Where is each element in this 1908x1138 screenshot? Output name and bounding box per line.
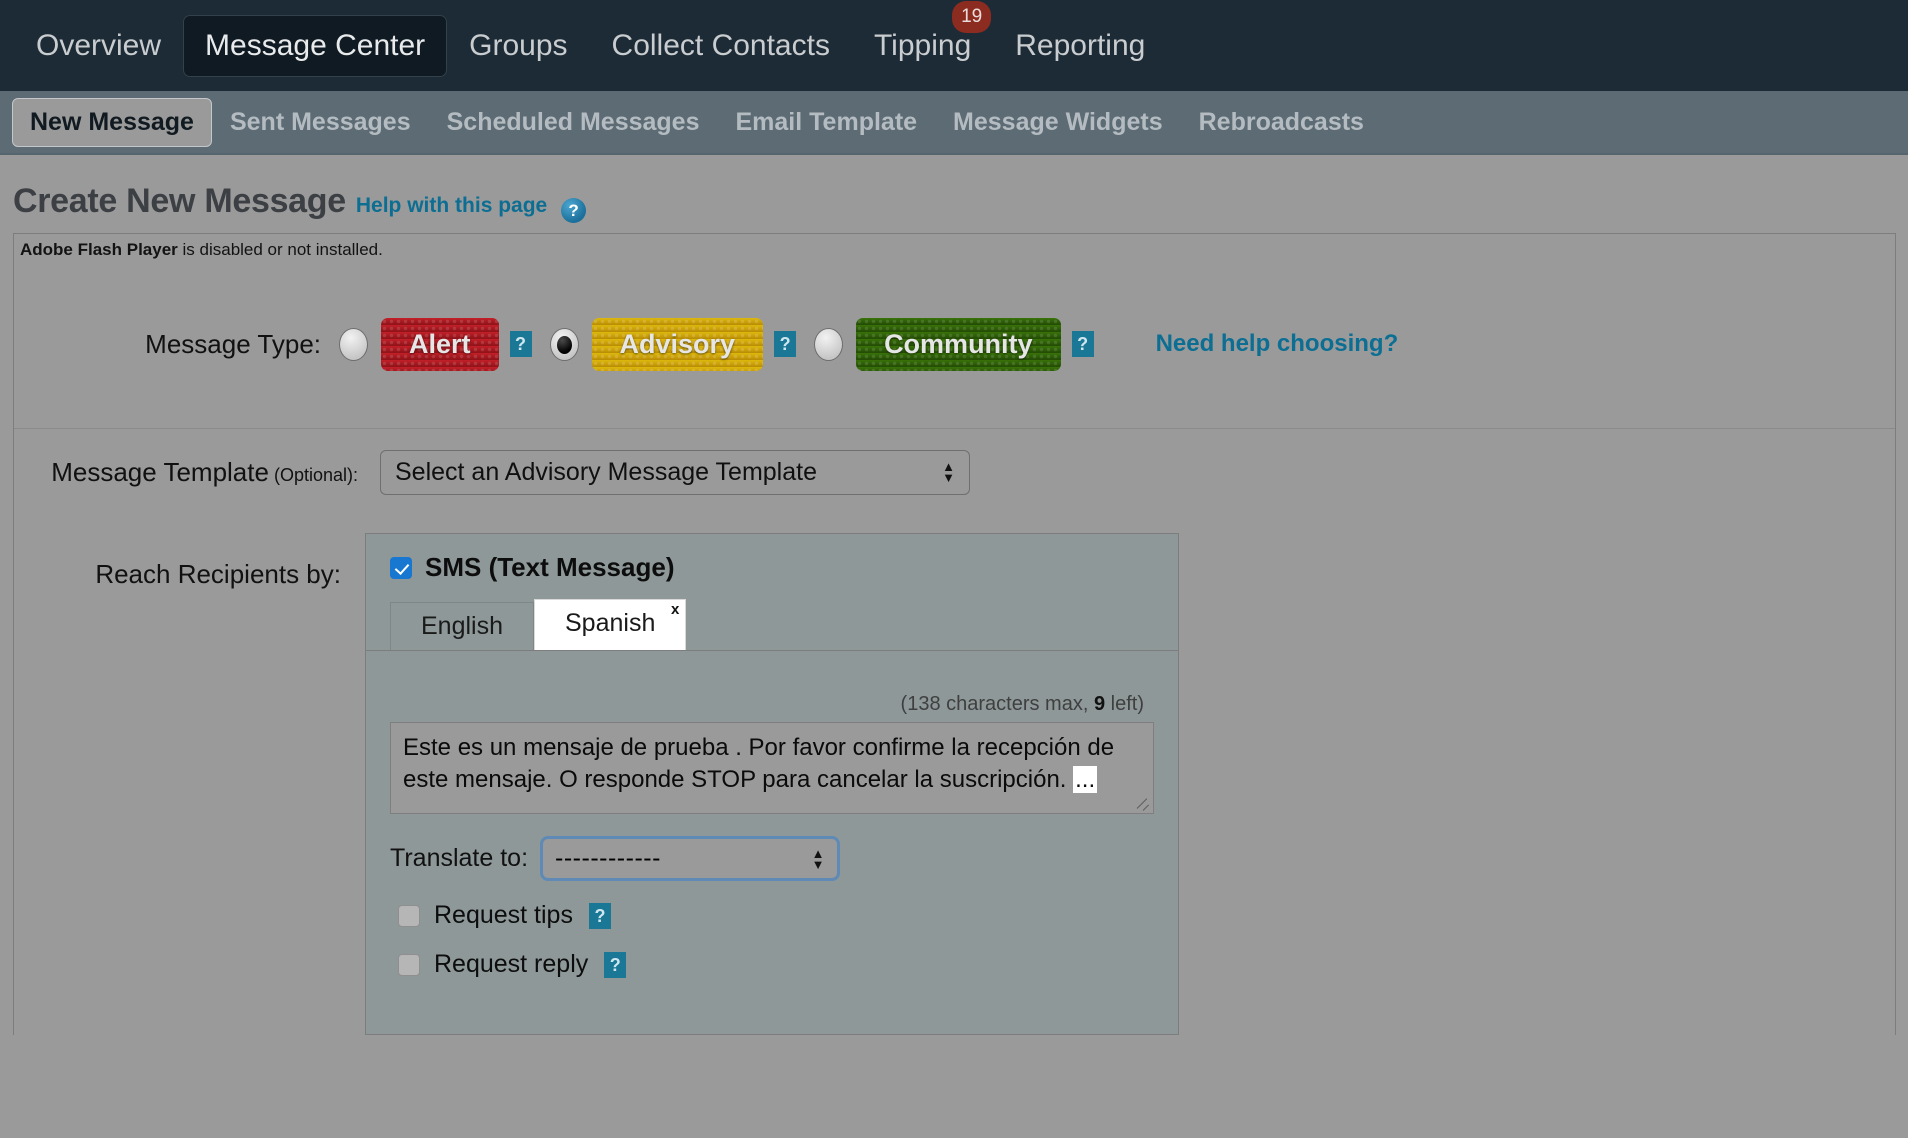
nav-item-label: Reporting bbox=[1015, 28, 1146, 62]
request-tips-checkbox[interactable] bbox=[398, 904, 420, 927]
message-template-label-text: Message Template bbox=[51, 456, 269, 487]
message-template-row: Message Template (Optional): Select an A… bbox=[14, 429, 1895, 515]
flash-player-notice: Adobe Flash Player is disabled or not in… bbox=[14, 234, 1895, 260]
advisory-help-icon[interactable]: ? bbox=[774, 331, 797, 357]
radio-advisory[interactable] bbox=[549, 327, 579, 361]
translate-label: Translate to: bbox=[390, 844, 529, 872]
sms-message-selected-text: ... bbox=[1073, 766, 1098, 794]
char-count-suffix: left) bbox=[1105, 693, 1144, 715]
sms-channel-title: SMS (Text Message) bbox=[425, 552, 675, 582]
sms-channel-header: SMS (Text Message) bbox=[366, 534, 1178, 597]
nav-item-label: Collect Contacts bbox=[611, 28, 830, 62]
message-template-optional-text: (Optional): bbox=[268, 464, 358, 485]
page-header: Create New Message Help with this page ? bbox=[0, 155, 1908, 233]
close-icon[interactable]: x bbox=[671, 602, 679, 617]
reach-recipients-label: Reach Recipients by: bbox=[95, 559, 341, 589]
character-counter: (138 characters max, 9 left) bbox=[390, 651, 1154, 722]
alert-help-icon[interactable]: ? bbox=[509, 331, 532, 357]
translate-selected-value: ------------ bbox=[555, 844, 661, 872]
request-tips-row: Request tips ? bbox=[390, 901, 1154, 930]
nav-item-label: Overview bbox=[36, 28, 162, 62]
secondary-navigation: New Message Sent Messages Scheduled Mess… bbox=[0, 91, 1908, 155]
sms-enable-checkbox[interactable] bbox=[390, 556, 412, 579]
message-template-label: Message Template (Optional): bbox=[51, 457, 358, 488]
page-title: Create New Message bbox=[13, 182, 346, 220]
tab-email-template[interactable]: Email Template bbox=[718, 98, 936, 147]
tab-sent-messages[interactable]: Sent Messages bbox=[212, 98, 429, 147]
nav-item-label: Tipping bbox=[873, 28, 972, 62]
translate-to-select[interactable]: ------------ ▲ ▼ bbox=[540, 836, 841, 881]
char-count-value: 9 bbox=[1093, 693, 1106, 715]
tab-scheduled-messages[interactable]: Scheduled Messages bbox=[429, 98, 718, 147]
nav-item-tipping[interactable]: Tipping 19 bbox=[852, 0, 993, 77]
request-reply-label: Request reply bbox=[434, 950, 589, 978]
nav-item-reporting[interactable]: Reporting bbox=[993, 15, 1167, 77]
language-tab-english[interactable]: English bbox=[390, 602, 534, 650]
chevron-updown-icon: ▲ ▼ bbox=[942, 459, 955, 485]
resize-grip-icon[interactable] bbox=[1137, 798, 1151, 812]
message-type-label: Message Type: bbox=[145, 328, 321, 359]
sms-message-textarea[interactable]: Este es un mensaje de prueba . Por favor… bbox=[390, 722, 1154, 814]
message-type-row: Message Type: Alert ? Advisory ? Communi… bbox=[14, 260, 1895, 428]
nav-item-overview[interactable]: Overview bbox=[14, 15, 183, 77]
nav-item-label: Message Center bbox=[205, 28, 426, 62]
radio-alert[interactable] bbox=[339, 327, 368, 361]
tab-message-widgets[interactable]: Message Widgets bbox=[935, 98, 1181, 147]
reach-recipients-section: Reach Recipients by: SMS (Text Message) … bbox=[14, 515, 1895, 1035]
tab-new-message[interactable]: New Message bbox=[12, 97, 212, 147]
chevron-updown-icon: ▲ ▼ bbox=[811, 845, 826, 872]
message-template-select[interactable]: Select an Advisory Message Template ▲ ▼ bbox=[380, 449, 970, 495]
sms-message-text: Este es un mensaje de prueba . Por favor… bbox=[403, 734, 1115, 794]
tab-rebroadcasts[interactable]: Rebroadcasts bbox=[1181, 98, 1382, 147]
create-message-form: Adobe Flash Player is disabled or not in… bbox=[13, 233, 1896, 1035]
tab-label: Sent Messages bbox=[229, 107, 411, 136]
message-template-section: Message Template (Optional): Select an A… bbox=[14, 429, 1895, 515]
tipping-count-badge: 19 bbox=[952, 0, 992, 33]
translate-row: Translate to: ------------ ▲ ▼ bbox=[390, 836, 1154, 881]
message-type-community-button[interactable]: Community bbox=[856, 318, 1061, 371]
request-reply-checkbox[interactable] bbox=[398, 953, 420, 976]
request-reply-help-icon[interactable]: ? bbox=[604, 951, 627, 978]
message-type-section: Message Type: Alert ? Advisory ? Communi… bbox=[14, 260, 1895, 429]
request-tips-help-icon[interactable]: ? bbox=[588, 902, 611, 929]
language-tab-label: English bbox=[421, 612, 503, 640]
nav-item-label: Groups bbox=[469, 28, 568, 62]
nav-item-collect-contacts[interactable]: Collect Contacts bbox=[590, 15, 852, 77]
language-tab-label: Spanish bbox=[565, 609, 656, 637]
nav-item-groups[interactable]: Groups bbox=[447, 15, 589, 77]
radio-community[interactable] bbox=[814, 327, 844, 361]
community-help-icon[interactable]: ? bbox=[1071, 331, 1094, 357]
help-with-page-link[interactable]: Help with this page ? bbox=[355, 194, 587, 223]
language-tab-spanish[interactable]: Spanish x bbox=[534, 599, 687, 650]
flash-notice-bold: Adobe Flash Player bbox=[20, 240, 178, 259]
message-type-advisory-button[interactable]: Advisory bbox=[592, 318, 764, 371]
tab-label: Message Widgets bbox=[953, 107, 1163, 136]
char-count-prefix: (138 characters max, bbox=[900, 693, 1094, 715]
request-tips-label: Request tips bbox=[434, 901, 573, 929]
tab-label: Scheduled Messages bbox=[446, 107, 700, 136]
request-reply-row: Request reply ? bbox=[390, 950, 1154, 979]
page-content: Create New Message Help with this page ?… bbox=[0, 155, 1908, 1035]
flash-notice-rest: is disabled or not installed. bbox=[177, 240, 383, 259]
tab-label: Rebroadcasts bbox=[1198, 107, 1364, 136]
sms-channel-panel: SMS (Text Message) English Spanish x (13… bbox=[365, 533, 1179, 1035]
message-type-alert-button[interactable]: Alert bbox=[381, 318, 499, 371]
need-help-choosing-link[interactable]: Need help choosing? bbox=[1156, 330, 1399, 358]
help-question-icon[interactable]: ? bbox=[561, 198, 587, 223]
message-template-selected-value: Select an Advisory Message Template bbox=[395, 457, 817, 486]
language-tabs: English Spanish x bbox=[366, 597, 1178, 651]
tab-label: New Message bbox=[30, 107, 194, 136]
help-link-label: Help with this page bbox=[355, 194, 548, 217]
nav-item-message-center[interactable]: Message Center bbox=[183, 14, 448, 77]
sms-compose-body: (138 characters max, 9 left) Este es un … bbox=[366, 651, 1178, 997]
primary-navigation: Overview Message Center Groups Collect C… bbox=[0, 0, 1908, 91]
tab-label: Email Template bbox=[735, 107, 918, 136]
